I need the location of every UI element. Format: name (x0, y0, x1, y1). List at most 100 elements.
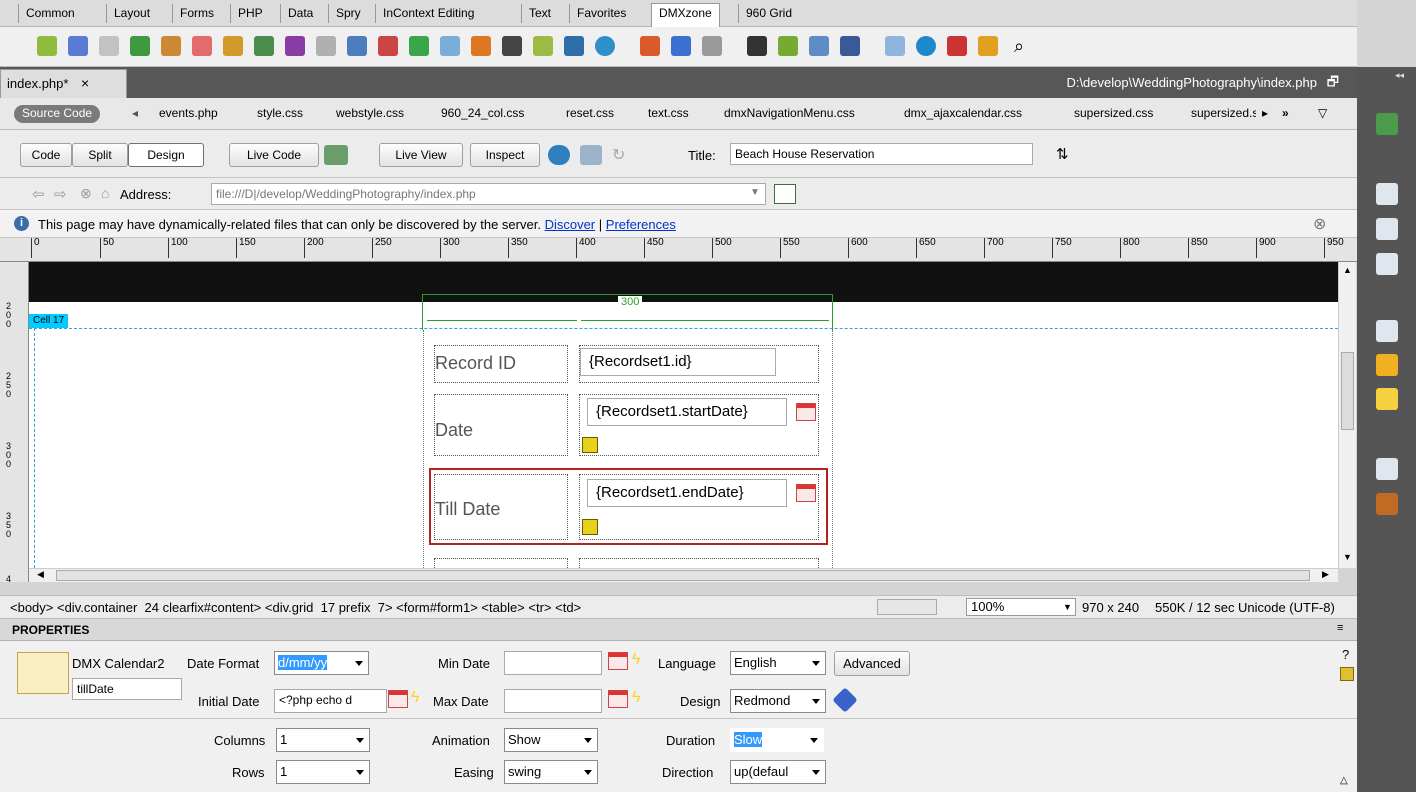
search-icon[interactable]: ⌕ (1009, 36, 1029, 56)
panel-files-icon[interactable] (1376, 458, 1398, 480)
dmx-panel-icon[interactable] (885, 36, 905, 56)
forward-icon[interactable]: ⇨ (54, 185, 67, 203)
language-select[interactable]: English (730, 651, 826, 675)
dmx-slide-icon[interactable] (409, 36, 429, 56)
horizontal-scroll-thumb[interactable] (56, 570, 1310, 581)
close-icon[interactable]: × (81, 75, 89, 91)
edit-theme-icon[interactable] (832, 687, 858, 713)
vertical-scrollbar[interactable]: ▲ ▼ (1338, 262, 1356, 568)
calendar-icon[interactable] (388, 690, 408, 708)
tab-spry[interactable]: Spry (328, 4, 368, 23)
dmx-chart-icon[interactable] (440, 36, 460, 56)
select-tool-icon[interactable] (877, 599, 937, 615)
panel-insert-icon[interactable] (1376, 113, 1398, 135)
related-file[interactable]: events.php (159, 106, 218, 120)
preview-globe-icon[interactable] (548, 145, 570, 165)
date-format-select[interactable]: d/mm/yy (274, 651, 369, 675)
back-icon[interactable]: ⇦ (32, 185, 45, 203)
horizontal-scrollbar[interactable]: ◀ ▶ (29, 568, 1338, 582)
zoom-dropdown-icon[interactable]: ▼ (1063, 602, 1072, 612)
panel-server-behaviors-icon[interactable] (1376, 320, 1398, 342)
related-file[interactable]: webstyle.css (336, 106, 404, 120)
edit-icon[interactable] (1340, 667, 1354, 681)
panel-tag-inspector-icon[interactable] (1376, 253, 1398, 275)
tab-php[interactable]: PHP (230, 4, 270, 23)
stop-icon[interactable]: ⊗ (80, 185, 92, 202)
related-file[interactable]: style.css (257, 106, 303, 120)
advanced-button[interactable]: Advanced (834, 651, 910, 676)
tab-960-grid[interactable]: 960 Grid (738, 4, 799, 23)
related-file[interactable]: text.css (648, 106, 689, 120)
dmx-grid-icon[interactable] (347, 36, 367, 56)
scroll-left-icon[interactable]: ◂ (132, 106, 138, 120)
more-files-icon[interactable]: » (1282, 106, 1289, 120)
dynamic-data-icon[interactable]: ϟ (411, 689, 423, 707)
easing-select[interactable]: swing (504, 760, 598, 784)
dmx-blog-icon[interactable] (671, 36, 691, 56)
scroll-right-icon[interactable]: ▸ (1262, 106, 1268, 120)
document-tab[interactable]: index.php* × (0, 69, 127, 98)
restore-icon[interactable]: 🗗 (1327, 73, 1339, 95)
related-file[interactable]: supersized.css (1074, 106, 1153, 120)
cell-label[interactable]: Cell 17 (29, 314, 69, 328)
address-input[interactable]: file:///D|/develop/WeddingPhotography/in… (211, 183, 766, 205)
vertical-scroll-thumb[interactable] (1341, 352, 1354, 430)
facebook-icon[interactable] (840, 36, 860, 56)
file-management-icon[interactable]: ⇅ (1056, 145, 1069, 163)
tab-incontext-editing[interactable]: InContext Editing (375, 4, 481, 23)
dmx-widget-icon[interactable] (37, 36, 57, 56)
dmx-animation-icon[interactable] (947, 36, 967, 56)
expand-panels-icon[interactable]: ◂◂ (1395, 70, 1404, 81)
dmx-gear-icon[interactable] (99, 36, 119, 56)
dynamic-data-icon[interactable]: ϟ (632, 651, 644, 669)
dmx-book-icon[interactable] (533, 36, 553, 56)
max-date-input[interactable] (504, 689, 602, 713)
discover-link[interactable]: Discover (545, 217, 596, 232)
source-code-button[interactable]: Source Code (14, 105, 101, 123)
dmx-flash-icon[interactable] (285, 36, 305, 56)
check-browser-icon[interactable] (324, 145, 348, 165)
related-file[interactable]: 960_24_col.css (441, 106, 524, 120)
panel-css-icon[interactable] (1376, 183, 1398, 205)
tab-dmxzone[interactable]: DMXzone (651, 3, 720, 27)
scroll-down-icon[interactable]: ▼ (1343, 552, 1352, 562)
calendar-icon[interactable] (608, 652, 628, 670)
panel-ap-elements-icon[interactable] (1376, 218, 1398, 240)
duration-select[interactable]: Slow (730, 728, 824, 752)
dmx-feed-icon[interactable] (702, 36, 722, 56)
dmx-movie-icon[interactable] (747, 36, 767, 56)
dmx-form-icon[interactable] (68, 36, 88, 56)
calendar-icon[interactable] (796, 403, 816, 421)
scroll-left-icon[interactable]: ◀ (37, 569, 44, 580)
dmx-globe-icon[interactable] (595, 36, 615, 56)
dynamic-data-icon[interactable]: ϟ (632, 689, 644, 707)
tab-text[interactable]: Text (521, 4, 558, 23)
panel-databases-icon[interactable] (1376, 354, 1398, 376)
panel-menu-icon[interactable]: ≡ (1337, 622, 1343, 634)
start-date-field[interactable]: {Recordset1.startDate} (587, 398, 787, 426)
code-view-button[interactable]: Code (20, 143, 72, 167)
scroll-up-icon[interactable]: ▲ (1343, 265, 1352, 275)
dmx-upload-icon[interactable] (316, 36, 336, 56)
tab-common[interactable]: Common (18, 4, 82, 23)
related-file[interactable]: dmxNavigationMenu.css (724, 106, 855, 120)
tag-selector[interactable]: <body> <div.container 24 clearfix#conten… (10, 600, 581, 615)
component-id-input[interactable]: tillDate (72, 678, 182, 700)
dmx-google-icon[interactable] (471, 36, 491, 56)
columns-select[interactable]: 1 (276, 728, 370, 752)
dmx-tree-icon[interactable] (130, 36, 150, 56)
initial-date-input[interactable]: <?php echo d (274, 689, 387, 713)
dmx-calendar-icon[interactable] (640, 36, 660, 56)
related-file[interactable]: reset.css (566, 106, 614, 120)
split-view-button[interactable]: Split (72, 143, 128, 167)
animation-select[interactable]: Show (504, 728, 598, 752)
dmx-gallery-icon[interactable] (161, 36, 181, 56)
dmx-validate-icon[interactable] (378, 36, 398, 56)
collapse-icon[interactable]: △ (1340, 775, 1348, 786)
dmx-image-icon[interactable] (254, 36, 274, 56)
inspect-button[interactable]: Inspect (470, 143, 540, 167)
design-select[interactable]: Redmond (730, 689, 826, 713)
panel-bindings-icon[interactable] (1376, 388, 1398, 410)
title-input[interactable]: Beach House Reservation (730, 143, 1033, 165)
preferences-link[interactable]: Preferences (606, 217, 676, 232)
